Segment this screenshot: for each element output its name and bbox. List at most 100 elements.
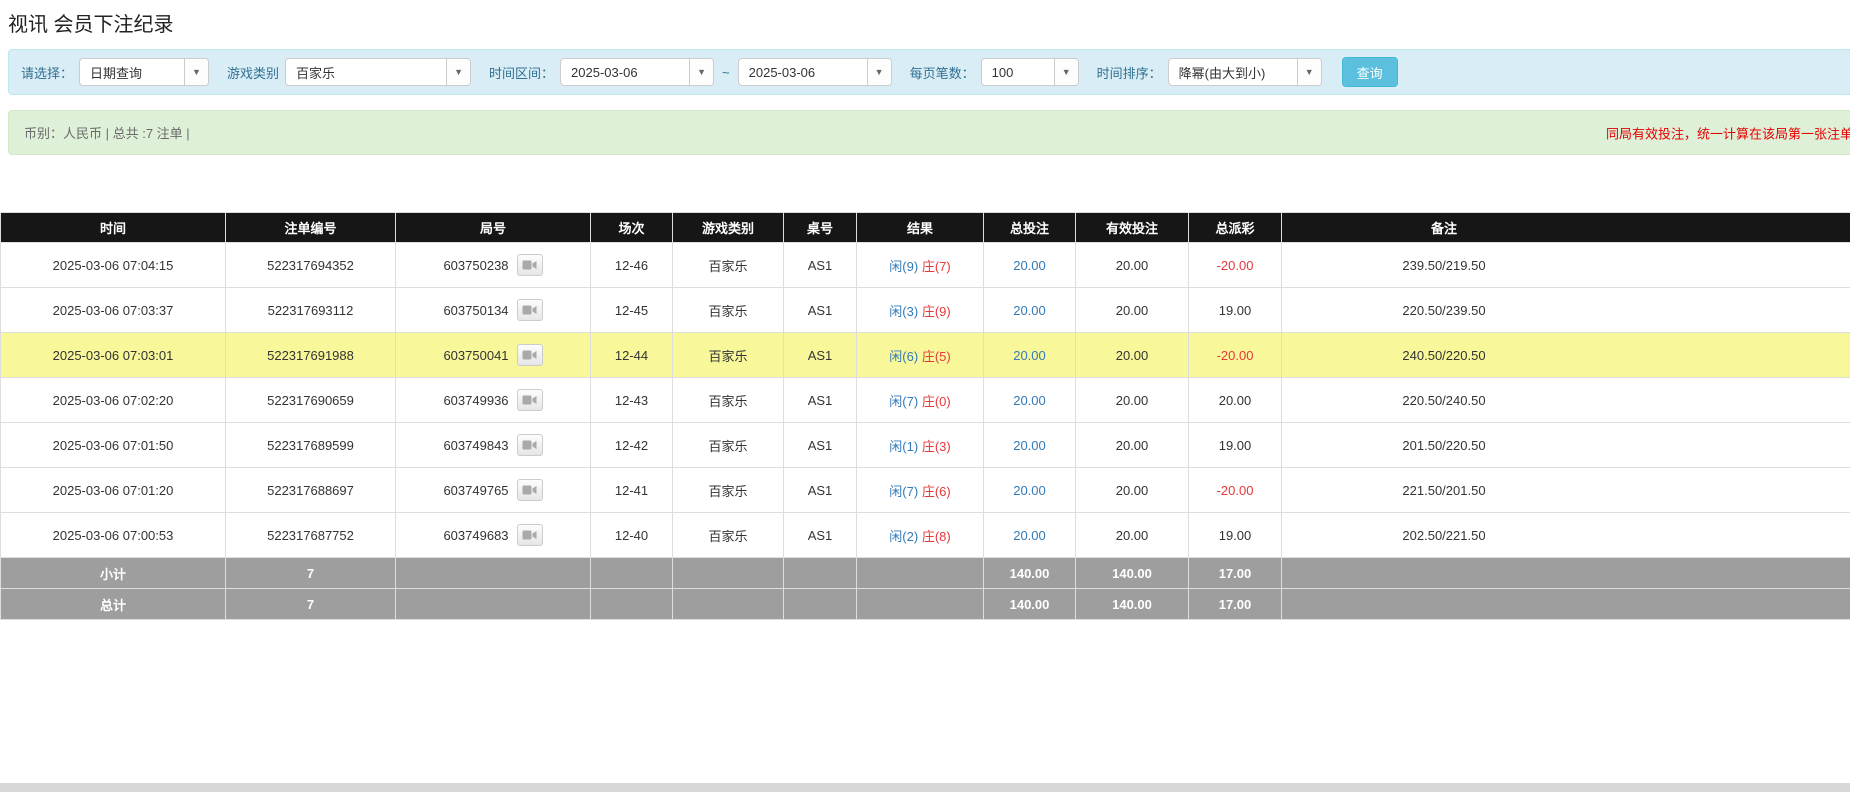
table-no-cell: AS1 [784,423,857,468]
result-banker: 庄(7) [922,259,951,274]
remark-cell: 202.50/221.50 [1282,513,1850,558]
sort-order-select[interactable]: 降幂(由大到小) ▼ [1168,58,1322,86]
remark-cell: 221.50/201.50 [1282,468,1850,513]
session-cell: 12-45 [591,288,673,333]
sort-order-value: 降幂(由大到小) [1169,59,1297,85]
session-cell: 12-44 [591,333,673,378]
total-bet-cell: 20.00 [984,378,1076,423]
select-label: 请选择： [21,63,73,82]
chevron-down-icon: ▼ [867,59,891,85]
table-row: 2025-03-06 07:04:15 522317694352 6037502… [1,243,1850,288]
bet-id-cell: 522317693112 [226,288,396,333]
replay-button[interactable] [517,479,543,501]
bet-id-cell: 522317688697 [226,468,396,513]
payout-cell: 20.00 [1189,378,1282,423]
payout-cell: -20.00 [1189,468,1282,513]
round-cell: 603749683 [396,513,591,558]
chevron-down-icon: ▼ [184,59,208,85]
total-bet-link[interactable]: 20.00 [1013,528,1046,543]
empty-cell [591,558,673,589]
total-bet-link[interactable]: 20.00 [1013,303,1046,318]
result-cell: 闲(6) 庄(5) [857,333,984,378]
result-banker: 庄(8) [922,529,951,544]
query-type-select[interactable]: 日期查询 ▼ [79,58,209,86]
game-type-cell: 百家乐 [673,243,784,288]
subtotal-row: 小计 7 140.00 140.00 17.00 [1,558,1850,589]
search-button[interactable]: 查询 [1342,57,1398,87]
replay-button[interactable] [517,299,543,321]
result-cell: 闲(2) 庄(8) [857,513,984,558]
empty-cell [591,589,673,620]
result-player: 闲(7) [889,484,918,499]
bet-id-cell: 522317689599 [226,423,396,468]
replay-icon [522,484,537,496]
total-bet-cell: 20.00 [984,513,1076,558]
date-to-value: 2025-03-06 [739,59,867,85]
empty-cell [396,589,591,620]
subtotal-payout: 17.00 [1189,558,1282,589]
col-valid-bet: 有效投注 [1076,213,1189,243]
valid-bet-cell: 20.00 [1076,333,1189,378]
total-bet-link[interactable]: 20.00 [1013,348,1046,363]
table-row: 2025-03-06 07:03:01 522317691988 6037500… [1,333,1850,378]
date-from-picker[interactable]: 2025-03-06 ▼ [560,58,714,86]
empty-cell [1282,558,1850,589]
round-number: 603749765 [443,483,508,498]
result-player: 闲(6) [889,349,918,364]
col-round: 局号 [396,213,591,243]
total-bet-link[interactable]: 20.00 [1013,483,1046,498]
bottom-footer-strip [0,783,1850,792]
replay-button[interactable] [517,344,543,366]
bets-table: 时间 注单编号 局号 场次 游戏类别 桌号 结果 总投注 有效投注 总派彩 备注… [0,212,1850,620]
round-number: 603749683 [443,528,508,543]
remark-cell: 239.50/219.50 [1282,243,1850,288]
summary-notice: 同局有效投注，统一计算在该局第一张注单 [1606,123,1850,142]
game-type-select[interactable]: 百家乐 ▼ [285,58,471,86]
col-session: 场次 [591,213,673,243]
payout-cell: -20.00 [1189,243,1282,288]
total-bet-cell: 20.00 [984,423,1076,468]
total-bet-link[interactable]: 20.00 [1013,438,1046,453]
round-cell: 603749936 [396,378,591,423]
date-to-picker[interactable]: 2025-03-06 ▼ [738,58,892,86]
payout-cell: 19.00 [1189,423,1282,468]
session-cell: 12-42 [591,423,673,468]
time-cell: 2025-03-06 07:00:53 [1,513,226,558]
table-row: 2025-03-06 07:01:20 522317688697 6037497… [1,468,1850,513]
round-cell: 603750041 [396,333,591,378]
session-cell: 12-41 [591,468,673,513]
replay-button[interactable] [517,389,543,411]
sort-label: 时间排序： [1097,63,1162,82]
replay-icon [522,304,537,316]
replay-icon [522,349,537,361]
total-bet-link[interactable]: 20.00 [1013,393,1046,408]
round-number: 603749936 [443,393,508,408]
game-type-value: 百家乐 [286,59,446,85]
total-bet-link[interactable]: 20.00 [1013,258,1046,273]
game-type-cell: 百家乐 [673,423,784,468]
result-player: 闲(2) [889,529,918,544]
result-cell: 闲(9) 庄(7) [857,243,984,288]
summary-info: 币别：人民币 | 总共 :7 注单 | [24,123,190,142]
replay-button[interactable] [517,254,543,276]
bet-id-cell: 522317687752 [226,513,396,558]
replay-button[interactable] [517,524,543,546]
valid-bet-cell: 20.00 [1076,423,1189,468]
payout-cell: 19.00 [1189,513,1282,558]
page-size-select[interactable]: 100 ▼ [981,58,1079,86]
replay-button[interactable] [517,434,543,456]
result-cell: 闲(7) 庄(0) [857,378,984,423]
round-cell: 603750238 [396,243,591,288]
col-result: 结果 [857,213,984,243]
total-payout: 17.00 [1189,589,1282,620]
result-player: 闲(3) [889,304,918,319]
summary-bar: 币别：人民币 | 总共 :7 注单 | 同局有效投注，统一计算在该局第一张注单 [8,110,1850,155]
result-player: 闲(7) [889,394,918,409]
remark-cell: 220.50/239.50 [1282,288,1850,333]
empty-cell [784,558,857,589]
time-cell: 2025-03-06 07:01:20 [1,468,226,513]
valid-bet-cell: 20.00 [1076,378,1189,423]
col-time: 时间 [1,213,226,243]
chevron-down-icon: ▼ [446,59,470,85]
remark-cell: 220.50/240.50 [1282,378,1850,423]
